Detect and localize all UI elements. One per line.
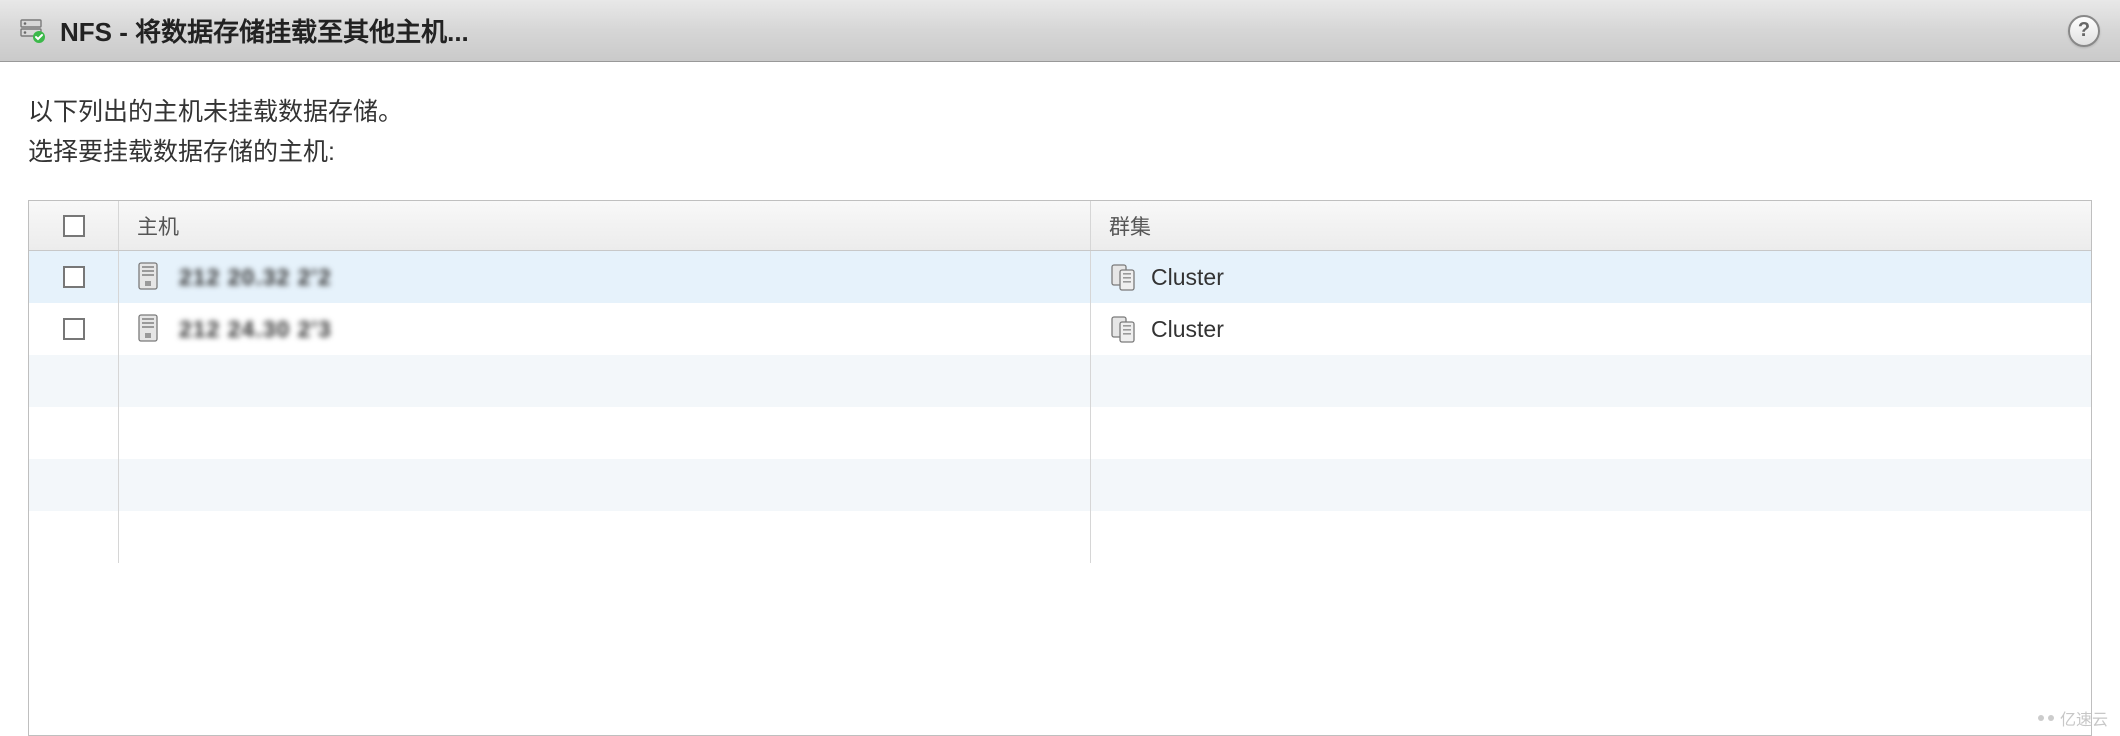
host-name: 212 20.32 2'2 xyxy=(179,264,332,291)
table-row-empty xyxy=(29,407,2091,459)
datastore-icon xyxy=(20,18,46,44)
row-checkbox-cell[interactable] xyxy=(29,251,119,303)
select-all-header[interactable] xyxy=(29,201,119,250)
table-row[interactable]: 212 24.30 2'3 Cluster xyxy=(29,303,2091,355)
instructions-line-2: 选择要挂载数据存储的主机: xyxy=(28,132,2092,172)
instructions: 以下列出的主机未挂载数据存储。 选择要挂载数据存储的主机: xyxy=(28,92,2092,172)
row-checkbox[interactable] xyxy=(63,318,85,340)
watermark: 亿速云 xyxy=(2038,706,2108,730)
host-column-header[interactable]: 主机 xyxy=(119,201,1091,250)
host-name: 212 24.30 2'3 xyxy=(179,316,332,343)
dialog-content: 以下列出的主机未挂载数据存储。 选择要挂载数据存储的主机: 主机 群集 212 … xyxy=(0,62,2120,736)
table-body: 212 20.32 2'2 Cluster 212 24.30 2'3 Cluster xyxy=(29,251,2091,735)
table-row-empty xyxy=(29,511,2091,563)
help-button[interactable]: ? xyxy=(2068,15,2100,47)
cluster-column-header[interactable]: 群集 xyxy=(1091,201,2091,250)
table-row-empty xyxy=(29,459,2091,511)
watermark-dots-icon xyxy=(2038,715,2044,721)
cluster-cell: Cluster xyxy=(1091,251,2091,303)
watermark-text: 亿速云 xyxy=(2060,706,2108,730)
cluster-icon xyxy=(1109,262,1135,292)
hosts-table: 主机 群集 212 20.32 2'2 Cluster 212 24.30 2'3 C… xyxy=(28,200,2092,736)
table-row-empty xyxy=(29,355,2091,407)
host-cell: 212 20.32 2'2 xyxy=(119,251,1091,303)
select-all-checkbox[interactable] xyxy=(63,215,85,237)
cluster-name: Cluster xyxy=(1151,264,1224,291)
cluster-icon xyxy=(1109,314,1135,344)
cluster-name: Cluster xyxy=(1151,316,1224,343)
table-row[interactable]: 212 20.32 2'2 Cluster xyxy=(29,251,2091,303)
row-checkbox-cell[interactable] xyxy=(29,303,119,355)
mount-nfs-dialog: NFS - 将数据存储挂载至其他主机... ? 以下列出的主机未挂载数据存储。 … xyxy=(0,0,2120,736)
host-icon xyxy=(137,262,163,292)
host-icon xyxy=(137,314,163,344)
host-cell: 212 24.30 2'3 xyxy=(119,303,1091,355)
dialog-titlebar: NFS - 将数据存储挂载至其他主机... ? xyxy=(0,0,2120,62)
instructions-line-1: 以下列出的主机未挂载数据存储。 xyxy=(28,92,2092,132)
row-checkbox[interactable] xyxy=(63,266,85,288)
table-header: 主机 群集 xyxy=(29,201,2091,251)
dialog-title: NFS - 将数据存储挂载至其他主机... xyxy=(60,12,2068,49)
cluster-cell: Cluster xyxy=(1091,303,2091,355)
